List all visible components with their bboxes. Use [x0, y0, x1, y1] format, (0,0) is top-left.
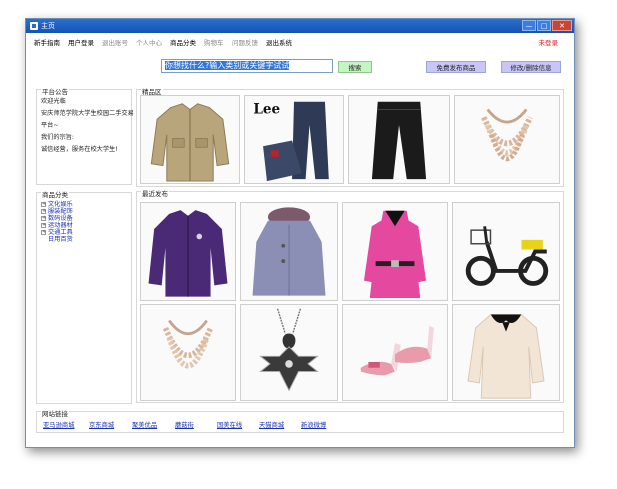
menu-bar: 新手指南 用户登录 退出账号 个人中心 商品分类 购物车 问题反馈 退出系统 未…	[26, 34, 574, 48]
maximize-button[interactable]: □	[537, 20, 551, 31]
link-amazon[interactable]: 亚马逊商城	[43, 420, 74, 429]
links-title: 网站链接	[41, 408, 69, 418]
category-item-daily[interactable]: 日用百货	[48, 234, 73, 243]
link-jd[interactable]: 京东商城	[89, 420, 114, 429]
menu-item-exit[interactable]: 退出系统	[266, 37, 292, 47]
product-dress-pink[interactable]	[342, 202, 448, 301]
app-icon	[30, 22, 38, 30]
jacket-image	[150, 103, 230, 182]
menu-item-category[interactable]: 商品分类	[170, 37, 196, 47]
notice-line: 欢迎光临	[41, 98, 66, 105]
menu-item-feedback[interactable]: 问题反馈	[232, 37, 258, 47]
svg-text:Lee: Lee	[253, 101, 280, 117]
scooter-image	[465, 226, 549, 286]
link-tmall[interactable]: 天猫商城	[259, 420, 284, 429]
pants-image	[371, 101, 427, 180]
menu-item-logout[interactable]: 退出账号	[102, 37, 128, 47]
product-pendant-cross[interactable]	[240, 304, 338, 401]
jacket-image	[148, 210, 228, 297]
links-panel: 网站链接 亚马逊商城 京东商城 聚美优品 蘑菇街 国美在线 天猫商城 新浪微博	[36, 408, 564, 433]
featured-panel: 精品区 Lee	[136, 86, 564, 187]
latest-panel: 最近发布	[136, 188, 564, 403]
post-item-button[interactable]: 免费发布商品	[426, 61, 486, 73]
login-status[interactable]: 未登录	[539, 37, 559, 47]
minimize-button[interactable]: —	[522, 20, 536, 31]
pendant-image	[259, 308, 319, 392]
product-scooter[interactable]	[452, 202, 560, 301]
necklace-image	[162, 319, 214, 369]
product-jacket-khaki[interactable]	[140, 95, 240, 184]
modify-item-button[interactable]: 修改/删除信息	[501, 61, 561, 73]
product-jeans-lee[interactable]: Lee	[244, 95, 344, 184]
jeans-image: Lee	[253, 101, 329, 182]
notice-line: 平台~	[41, 122, 59, 129]
notice-title: 平台公告	[41, 86, 69, 96]
product-necklace[interactable]	[454, 95, 560, 184]
product-heels-pink[interactable]	[342, 304, 448, 401]
link-weibo[interactable]: 新浪微博	[301, 420, 326, 429]
product-blouse-cream[interactable]	[452, 304, 560, 401]
product-necklace-gold[interactable]	[140, 304, 236, 401]
search-input-value: 你想找什么?输入类别或关键字试试	[165, 61, 290, 70]
expand-icon[interactable]: +	[41, 229, 46, 235]
menu-item-profile[interactable]: 个人中心	[136, 37, 162, 47]
product-pants-black[interactable]	[348, 95, 450, 184]
dress-image	[363, 210, 427, 299]
notice-panel: 平台公告 欢迎光临 安庆师范学院大学生校园二手交易 平台~ 我们的宗旨: 诚信经…	[36, 86, 134, 185]
window-title: 主页	[41, 22, 55, 30]
necklace-image	[481, 108, 533, 161]
category-panel: 商品分类 + 文化娱乐 + 服装配饰 + 数码设备 + 运动器材 + 交通工具 日用百货	[36, 189, 132, 404]
menu-item-guide[interactable]: 新手指南	[34, 37, 60, 47]
title-bar[interactable]: 主页 — □ ✕	[26, 19, 574, 33]
coat-image	[252, 207, 326, 296]
search-input[interactable]: 你想找什么?输入类别或关键字试试	[161, 59, 333, 73]
product-coat-grey[interactable]	[240, 202, 338, 301]
search-button[interactable]: 搜索	[338, 61, 372, 73]
blouse-image	[467, 314, 545, 399]
category-title: 商品分类	[41, 189, 69, 199]
menu-item-cart[interactable]: 购物车	[204, 37, 224, 47]
notice-line: 诚信经营，服务在校大学生!	[41, 146, 118, 153]
notice-line: 安庆师范学院大学生校园二手交易	[41, 110, 134, 117]
heels-image	[360, 325, 434, 376]
notice-line: 我们的宗旨:	[41, 134, 75, 141]
main-window: 主页 — □ ✕ 新手指南 用户登录 退出账号 个人中心 商品分类 购物车 问题…	[25, 18, 575, 448]
link-mogujie[interactable]: 蘑菇街	[175, 420, 194, 429]
link-jumei[interactable]: 聚美优品	[132, 420, 157, 429]
window-controls: — □ ✕	[521, 20, 572, 31]
menu-item-login[interactable]: 用户登录	[68, 37, 94, 47]
latest-title: 最近发布	[141, 188, 169, 198]
close-button[interactable]: ✕	[552, 20, 572, 31]
link-gome[interactable]: 国美在线	[217, 420, 242, 429]
product-jacket-purple[interactable]	[140, 202, 236, 301]
